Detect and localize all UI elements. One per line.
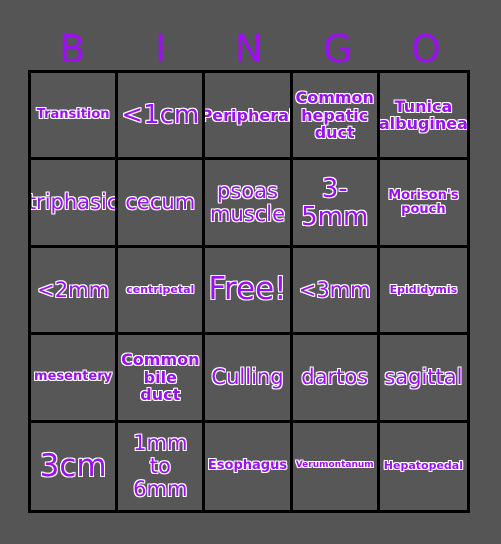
bingo-cell[interactable]: mesentery [31, 335, 119, 423]
bingo-cell[interactable]: Hepatopedal [379, 422, 467, 510]
bingo-cell-label: dartos [301, 365, 369, 390]
bingo-cell[interactable]: Peripheral [205, 73, 293, 161]
bingo-header-letter-i: I [155, 27, 167, 71]
bingo-header: B I N G O [28, 28, 470, 70]
bingo-cell-label: <1cm [121, 100, 200, 131]
bingo-cell[interactable]: <3mm [292, 247, 380, 336]
bingo-cell[interactable]: Common bile duct [118, 335, 206, 423]
bingo-cell[interactable]: Tunica albuginea [379, 73, 467, 161]
bingo-cell[interactable]: triphasic [31, 160, 119, 248]
bingo-header-letter-g: G [322, 27, 353, 71]
bingo-cell[interactable]: psoas muscle [205, 160, 293, 248]
bingo-header-letter-b: B [59, 27, 86, 71]
bingo-cell-label: 3- 5mm [301, 173, 369, 232]
bingo-cell-label: Peripheral [205, 105, 293, 125]
bingo-card: B I N G O Transition <1cm Peripheral Common… [0, 0, 501, 544]
bingo-cell-label: <2mm [37, 277, 110, 302]
bingo-cell-label: 3cm [39, 447, 107, 484]
bingo-cell-label: Transition [36, 107, 110, 123]
bingo-cell[interactable]: 1mm to 6mm [118, 422, 206, 510]
bingo-cell-label: Common hepatic duct [295, 88, 374, 142]
bingo-cell[interactable]: 3- 5mm [292, 160, 380, 248]
bingo-cell-label: Common bile duct [121, 350, 200, 405]
bingo-cell[interactable]: Common hepatic duct [292, 73, 380, 161]
bingo-header-letter-n: N [234, 27, 264, 71]
bingo-cell-label: triphasic [31, 190, 119, 215]
bingo-cell-label: Culling [211, 365, 284, 390]
bingo-cell-label: mesentery [34, 369, 113, 385]
bingo-cell[interactable]: sagittal [379, 335, 467, 423]
bingo-header-letter-o: O [410, 27, 441, 71]
bingo-cell[interactable]: Transition [31, 73, 119, 161]
bingo-cell[interactable]: 3cm [31, 422, 119, 510]
bingo-cell-label: Morison's pouch [388, 187, 459, 217]
bingo-cell[interactable]: Morison's pouch [379, 160, 467, 248]
bingo-cell[interactable]: <1cm [118, 73, 206, 161]
bingo-cell[interactable]: <2mm [31, 247, 119, 336]
bingo-cell-label: cecum [125, 190, 196, 215]
bingo-cell[interactable]: centripetal [118, 247, 206, 336]
bingo-cell-label: Esophagus [207, 458, 288, 474]
bingo-grid: Transition <1cm Peripheral Common hepatic d… [28, 70, 470, 513]
bingo-cell[interactable]: Epididymis [379, 247, 467, 336]
bingo-cell[interactable]: cecum [118, 160, 206, 248]
bingo-cell[interactable]: Free! [205, 247, 293, 336]
bingo-cell-label: centripetal [126, 283, 195, 297]
bingo-cell-label: sagittal [384, 365, 463, 390]
bingo-cell-label: 1mm to 6mm [133, 431, 188, 501]
bingo-cell-label: psoas muscle [209, 178, 285, 226]
bingo-cell-label: Hepatopedal [383, 459, 463, 473]
bingo-cell[interactable]: dartos [292, 335, 380, 423]
bingo-free-space-label: Free! [208, 271, 287, 308]
bingo-cell-label: Verumontanum [295, 460, 374, 471]
bingo-cell[interactable]: Verumontanum [292, 422, 380, 510]
bingo-cell[interactable]: Esophagus [205, 422, 293, 510]
bingo-cell-label: Tunica albuginea [379, 96, 467, 134]
bingo-cell[interactable]: Culling [205, 335, 293, 423]
bingo-cell-label: Epididymis [389, 283, 458, 297]
bingo-cell-label: <3mm [298, 277, 371, 302]
